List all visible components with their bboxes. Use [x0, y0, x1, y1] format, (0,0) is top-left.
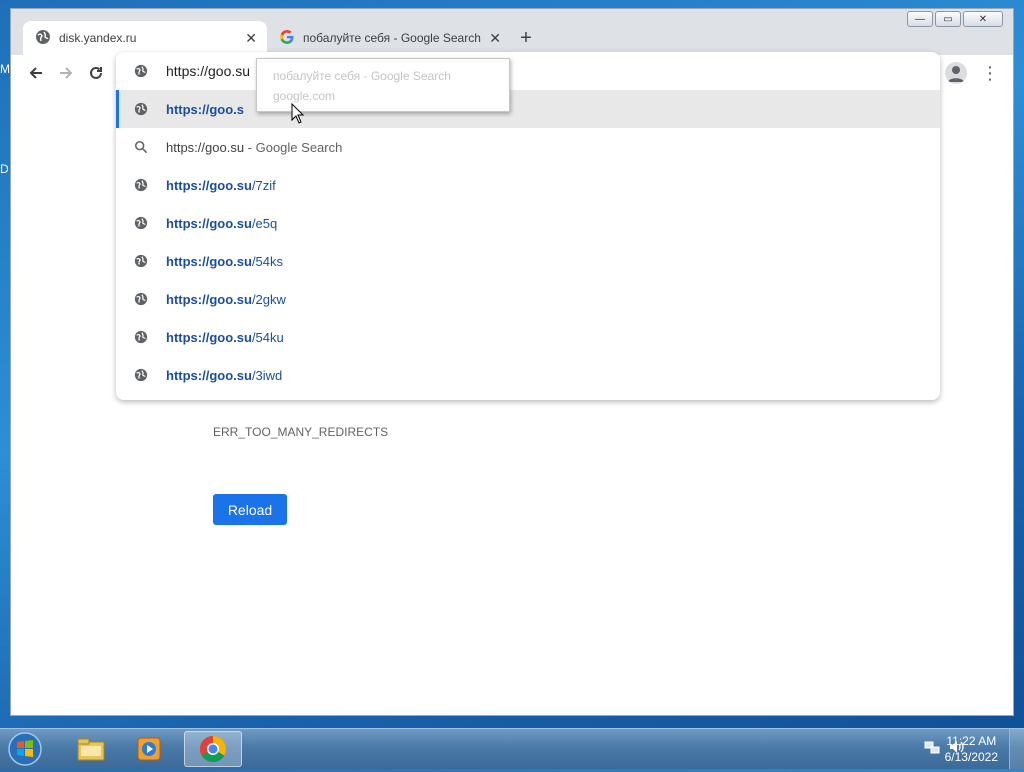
suggestion-rest: /54ku — [251, 329, 284, 345]
tooltip-title: побалуйте себя - Google Search — [273, 69, 451, 83]
suggestion-rest: /7zif — [251, 177, 276, 193]
globe-icon — [116, 178, 166, 192]
toolbar-right: ⋮ — [941, 58, 1005, 88]
globe-icon — [116, 368, 166, 382]
omnibox-input-row[interactable]: https://goo.su — [116, 52, 940, 90]
globe-icon — [116, 292, 166, 306]
tab-google-search[interactable]: побалуйте себя - Google Search ✕ — [267, 21, 511, 55]
suggestion-row[interactable]: https://goo.s — [116, 90, 940, 128]
taskbar: 11:22 AM 6/13/2022 — [0, 728, 1024, 769]
mouse-cursor-icon — [291, 103, 305, 124]
network-icon[interactable] — [924, 739, 940, 758]
suggestion-bold: https://goo.su — [166, 291, 252, 307]
globe-icon — [116, 102, 166, 116]
close-window-button[interactable]: ✕ — [963, 11, 1003, 27]
profile-button[interactable] — [941, 58, 971, 88]
tab-title: disk.yandex.ru — [59, 31, 137, 45]
more-menu-icon[interactable]: ⋮ — [975, 58, 1005, 88]
back-button[interactable] — [21, 58, 51, 88]
avatar-icon — [945, 62, 967, 84]
new-tab-button[interactable]: + — [511, 21, 541, 55]
globe-icon — [116, 216, 166, 230]
reload-nav-button[interactable] — [81, 58, 111, 88]
error-code: ERR_TOO_MANY_REDIRECTS — [213, 425, 389, 439]
forward-button[interactable] — [51, 58, 81, 88]
suggestion-bold: https://goo.su — [166, 215, 252, 231]
chrome-icon — [199, 735, 227, 763]
suggestion-row[interactable]: https://goo.su/54ku — [116, 318, 940, 356]
tooltip-domain: google.com — [273, 89, 336, 103]
back-arrow-icon — [29, 67, 42, 79]
globe-icon — [116, 64, 166, 78]
tab-title: побалуйте себя - Google Search — [303, 31, 481, 45]
forward-arrow-icon — [60, 67, 73, 79]
refresh-icon — [90, 66, 102, 79]
suggestion-rest: /2gkw — [251, 291, 286, 307]
clock[interactable]: 11:22 AM 6/13/2022 — [945, 733, 998, 765]
taskbar-media-player[interactable] — [120, 731, 178, 767]
globe-icon — [116, 254, 166, 268]
omnibox-dropdown: https://goo.su https://goo.s https://goo… — [116, 52, 940, 400]
reload-button[interactable]: Reload — [213, 494, 287, 525]
globe-icon — [35, 29, 51, 48]
maximize-button[interactable]: ▭ — [935, 11, 961, 27]
suggestion-row[interactable]: https://goo.su/2gkw — [116, 280, 940, 318]
taskbar-chrome[interactable] — [184, 731, 242, 767]
suggestion-rest: /3iwd — [251, 367, 283, 383]
clock-time: 11:22 AM — [946, 734, 997, 748]
omnibox-input[interactable]: https://goo.su — [166, 63, 250, 79]
suggestion-row[interactable]: https://goo.su/e5q — [116, 204, 940, 242]
suggestion-bold: https://goo.su — [166, 367, 252, 383]
suggestion-bold: https://goo.su — [166, 329, 252, 345]
start-button[interactable] — [6, 731, 44, 767]
suggestion-row[interactable]: https://goo.su - Google Search — [116, 128, 940, 166]
desktop-icon-label-d: D — [0, 162, 9, 176]
window-controls: — ▭ ✕ — [907, 11, 1003, 27]
globe-icon — [116, 330, 166, 344]
suggestion-bold: https://goo.su — [166, 253, 252, 269]
suggestion-row[interactable]: https://goo.su/7zif — [116, 166, 940, 204]
suggestion-text: https://goo.su — [166, 139, 245, 155]
suggestion-rest: /54ks — [251, 253, 284, 269]
clock-date: 6/13/2022 — [944, 750, 998, 764]
search-icon — [116, 140, 166, 154]
media-player-icon — [137, 737, 161, 761]
suggestion-row[interactable]: https://goo.su/54ks — [116, 242, 940, 280]
tab-disk-yandex[interactable]: disk.yandex.ru ✕ — [23, 21, 267, 55]
minimize-button[interactable]: — — [907, 11, 933, 27]
explorer-icon — [77, 738, 105, 761]
windows-logo-icon — [8, 732, 42, 766]
desktop-icon-label-m: M — [0, 62, 10, 76]
taskbar-explorer[interactable] — [62, 731, 120, 767]
tab-strip: disk.yandex.ru ✕ побалуйте себя - Google… — [23, 21, 541, 55]
tab-close-icon[interactable]: ✕ — [245, 30, 257, 47]
tab-close-icon[interactable]: ✕ — [489, 30, 501, 47]
show-desktop-button[interactable] — [1009, 729, 1024, 769]
suggestion-bold: https://goo.s — [166, 101, 244, 117]
google-icon — [279, 29, 295, 48]
suggestion-rest: /e5q — [251, 215, 278, 231]
suggestion-row[interactable]: https://goo.su/3iwd — [116, 356, 940, 394]
suggestion-suffix: - Google Search — [244, 139, 343, 155]
suggestion-bold: https://goo.su — [166, 177, 252, 193]
